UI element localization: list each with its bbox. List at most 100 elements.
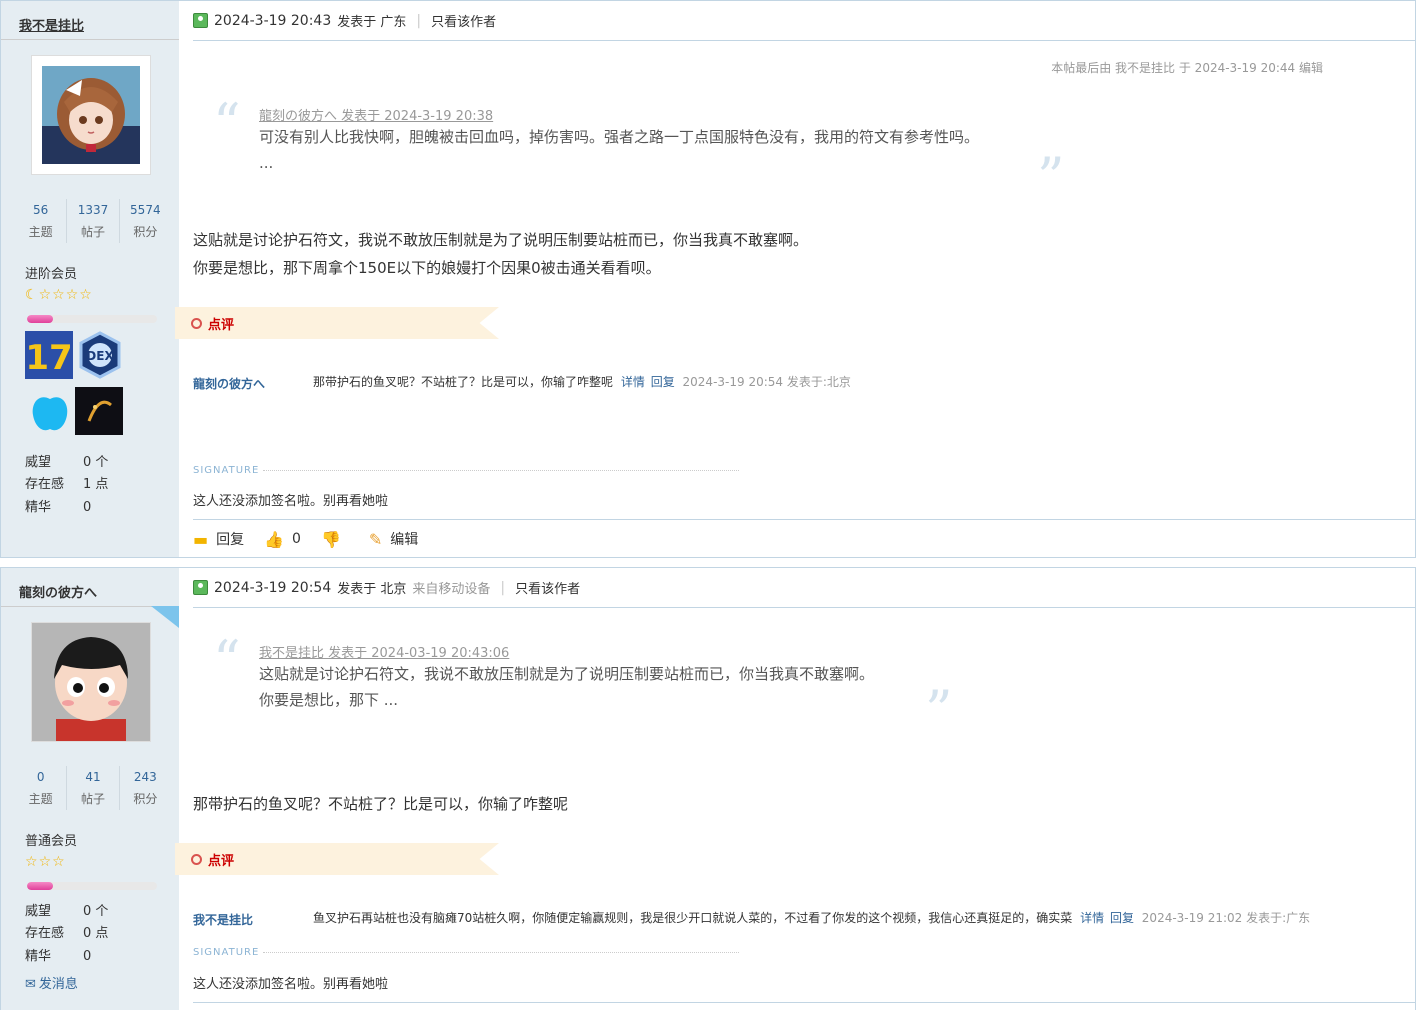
header-separator: | [416,12,422,29]
post-main: 2024-3-19 20:43 发表于 广东 | 只看该作者 本帖最后由 我不是… [175,1,1415,557]
user-group[interactable]: 进阶会员 [25,263,77,282]
svg-text:17: 17 [25,338,72,378]
post-header: 2024-3-19 20:43 发表于 广东 | 只看该作者 [193,1,1415,41]
signature-label: SIGNATURE [193,947,739,958]
prop-key: 存在感 [25,926,65,941]
quote-line: 你要是想比，那下 ... [259,691,399,709]
medal-dex-icon[interactable]: DEX [77,331,123,379]
comment-detail-link[interactable]: 详情 [621,375,645,389]
user-prop-digest: 精华 0 [25,945,91,964]
user-group[interactable]: 普通会员 [25,830,77,849]
post-date: 2024-3-19 20:54 [214,579,332,596]
reply-button[interactable]: 回复 [216,529,244,549]
signature-label-text: SIGNATURE [193,465,260,476]
stat-points[interactable]: 5574 积分 [118,199,171,243]
signature-text: 这人还没添加签名啦。别再看她啦 [193,977,389,992]
star-icon: ☆ [52,287,65,303]
prop-value: 0 [83,949,92,964]
stat-label: 积分 [133,792,158,806]
medal-17-graphic: 17 [25,331,73,379]
quote-source-link[interactable]: 我不是挂比 发表于 2024-03-19 20:43:06 [259,646,509,661]
quote-open-icon: “ [213,629,241,692]
avatar[interactable] [31,55,151,175]
star-icon: ☆ [25,854,38,870]
stat-label: 帖子 [80,225,105,239]
medal-apple-graphic [32,397,68,431]
comment-reply-link[interactable]: 回复 [651,375,675,389]
medal-dex-graphic: DEX [79,331,121,379]
thumbs-up-icon[interactable]: 👍 [264,530,284,549]
post-body: 这贴就是讨论护石符文，我说不敢放压制就是为了说明压制要站桩而已，你当我真不敢塞啊… [193,226,808,282]
quote-open-icon: “ [213,92,241,155]
stat-value: 243 [133,770,157,784]
prop-key: 威望 [25,455,52,470]
medal-apple-icon[interactable] [29,389,71,433]
star-icon: ☆ [52,854,65,870]
post-2: 龍刻の彼方へ 0 主题 41 帖子 243 积分 普通会员 ☆ ☆ ☆ 威望 0… [0,567,1416,1010]
comment-author-link[interactable]: 我不是挂比 [193,911,253,928]
stat-label: 主题 [28,792,53,806]
stat-threads[interactable]: 0 主题 [15,766,66,810]
post-body: 那带护石的鱼叉呢？不站桩了？比是可以，你输了咋整呢 [193,790,568,818]
comment-tab-label: 点评 [208,853,235,869]
star-icon: ☆ [38,287,52,303]
online-status-icon [193,13,208,28]
stat-label: 帖子 [80,792,105,806]
prop-key: 存在感 [25,477,65,492]
stat-value: 56 [33,203,49,217]
username-link[interactable]: 龍刻の彼方へ [19,582,97,601]
stat-points[interactable]: 243 积分 [118,766,171,810]
comment-author-link[interactable]: 龍刻の彼方へ [193,375,265,392]
user-sidebar: 龍刻の彼方へ 0 主题 41 帖子 243 积分 普通会员 ☆ ☆ ☆ 威望 0… [1,568,179,1010]
edit-button[interactable]: 编辑 [390,529,418,549]
divider [1,39,179,40]
comment-tab: 点评 [175,307,499,339]
quote-line: ... [259,154,274,172]
post-header: 2024-3-19 20:54 发表于 北京 来自移动设备 | 只看该作者 [193,568,1415,608]
comment-ring-icon [191,853,202,865]
stat-threads[interactable]: 56 主题 [15,199,66,243]
online-corner-badge [151,606,179,628]
level-progress-bar [27,315,157,323]
quote-source-link[interactable]: 龍刻の彼方へ 发表于 2024-3-19 20:38 [259,109,493,124]
username-link[interactable]: 我不是挂比 [19,15,84,34]
envelope-icon: ✉ [25,977,36,992]
comment-detail-link[interactable]: 详情 [1080,911,1104,925]
footer-divider [193,519,1415,520]
comment-reply-link[interactable]: 回复 [1110,911,1134,925]
post-date: 2024-3-19 20:43 [214,12,332,29]
comment-text: 那带护石的鱼叉呢？不站桩了？比是可以，你输了咋整呢 [313,375,614,389]
star-icon: ☆ [65,287,79,303]
only-author-link[interactable]: 只看该作者 [431,11,496,30]
user-stats: 56 主题 1337 帖子 5574 积分 [15,199,171,243]
comment-meta: 2024-3-19 21:02 发表于:广东 [1141,911,1311,925]
like-count: 0 [292,531,301,547]
prop-value: 0 [83,500,92,515]
only-author-link[interactable]: 只看该作者 [515,578,580,597]
cartoon-boy-avatar-icon [32,623,150,741]
post-location: 发表于 北京 [337,582,407,597]
stat-value: 5574 [130,203,161,217]
prop-value: 0 个 [83,455,109,470]
prop-key: 精华 [25,500,52,515]
comment-content: 那带护石的鱼叉呢？不站桩了？比是可以，你输了咋整呢 详情 回复 2024-3-1… [313,373,851,390]
comment-content: 鱼叉护石再站桩也没有脑瘫70站桩久啊，你随便定输赢规则，我是很少开口就说人菜的，… [313,909,1310,926]
avatar[interactable] [31,622,151,742]
medal-17-icon[interactable]: 17 [25,331,73,379]
post-1: 我不是挂比 56 主题 1337 帖子 5574 积分 进阶会员 ☾ ☆ ☆ ☆… [0,0,1416,558]
prop-value: 0 点 [83,926,109,941]
send-message-link[interactable]: ✉ 发消息 [25,973,78,992]
post-actions: ▬ 回复 👍 0 👎 ✎ 编辑 [193,529,418,549]
stat-posts[interactable]: 41 帖子 [66,766,118,810]
stat-posts[interactable]: 1337 帖子 [66,199,118,243]
anime-girl-avatar-icon [42,66,140,164]
medal-dark-icon[interactable] [75,387,123,435]
comment-meta: 2024-3-19 20:54 发表于:北京 [682,375,851,389]
footer-divider [193,1002,1415,1003]
thumbs-down-icon[interactable]: 👎 [321,530,341,549]
level-progress-bar [27,882,157,890]
user-prop-prestige: 威望 0 个 [25,451,108,470]
quote-line: 可没有别人比我快啊，胆魄被击回血吗，掉伤害吗。强者之路一丁点国服特色没有，我用的… [259,128,980,146]
star-icon: ☆ [38,854,52,870]
user-prop-prestige: 威望 0 个 [25,900,108,919]
